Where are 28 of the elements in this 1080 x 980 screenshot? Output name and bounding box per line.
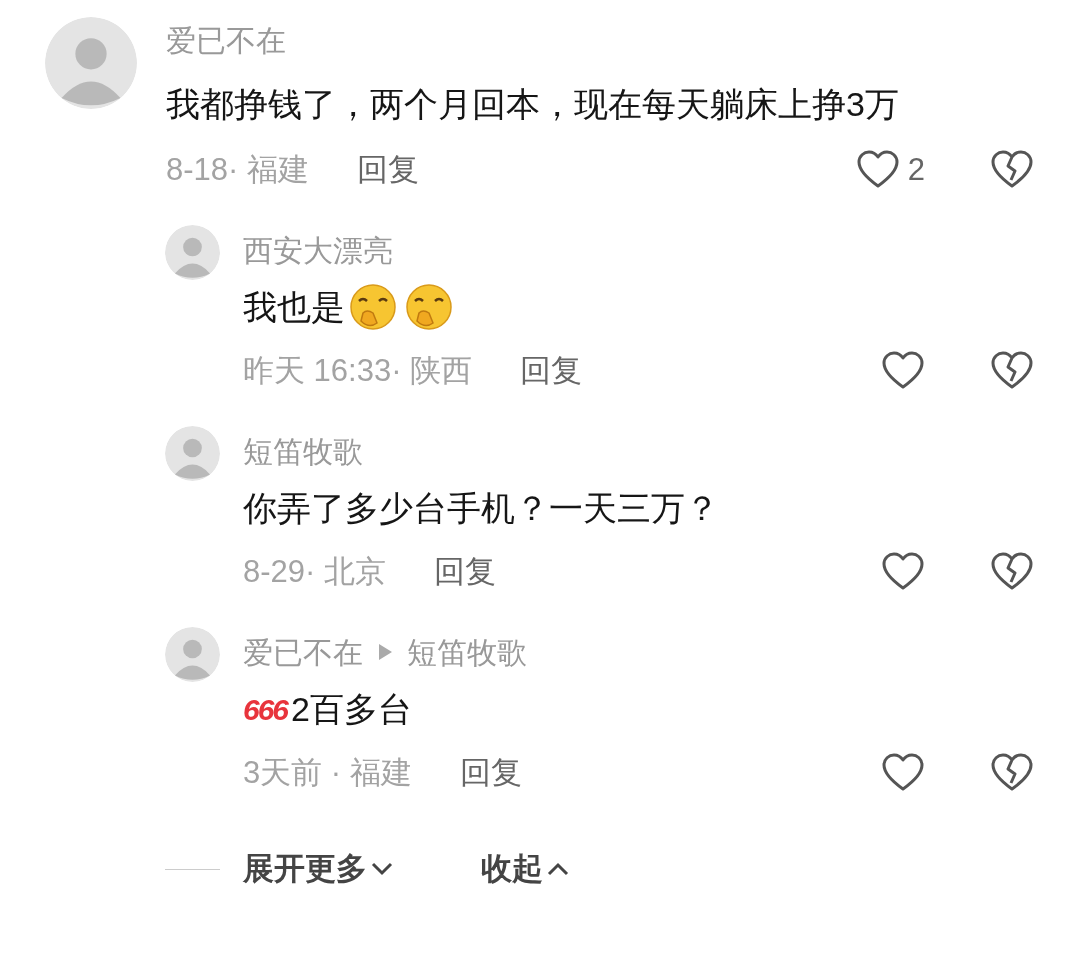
broken-heart-icon[interactable] bbox=[990, 753, 1034, 793]
reply-link[interactable]: 回复 bbox=[459, 749, 522, 797]
reply-link[interactable]: 回复 bbox=[357, 146, 419, 194]
broken-heart-icon[interactable] bbox=[990, 351, 1034, 391]
comment-text: 我都挣钱了，两个月回本，现在每天躺床上挣3万 bbox=[166, 84, 900, 125]
heart-icon[interactable] bbox=[855, 150, 900, 190]
smiley-icon bbox=[403, 283, 455, 331]
triangle-icon bbox=[377, 643, 393, 661]
reply-text: 6662百多台 bbox=[243, 688, 412, 730]
reply-text: 你弄了多少台手机？一天三万？ bbox=[243, 487, 719, 529]
reply-link[interactable]: 回复 bbox=[520, 347, 583, 395]
expand-more-button[interactable]: 展开更多 bbox=[243, 845, 393, 893]
reply-text: 我也是 bbox=[243, 275, 457, 339]
broken-heart-icon[interactable] bbox=[990, 552, 1034, 592]
broken-heart-icon[interactable] bbox=[990, 150, 1034, 190]
collapse-button[interactable]: 收起 bbox=[481, 845, 569, 893]
comment-meta: 8-18· 福建 bbox=[166, 150, 309, 189]
heart-icon[interactable] bbox=[881, 753, 925, 793]
heart-icon[interactable] bbox=[881, 552, 925, 592]
chevron-up-icon bbox=[547, 862, 569, 876]
reply-link[interactable]: 回复 bbox=[434, 548, 496, 596]
chevron-down-icon bbox=[371, 862, 393, 876]
comment-meta: 8-29· 北京 bbox=[243, 552, 386, 591]
smiley-icon bbox=[347, 283, 399, 331]
comment-meta: 3天前 · 福建 bbox=[243, 753, 412, 792]
heart-icon[interactable] bbox=[881, 351, 925, 391]
comment-meta: 昨天 16:33· 陕西 bbox=[243, 351, 473, 390]
like-count: 2 bbox=[907, 150, 925, 189]
